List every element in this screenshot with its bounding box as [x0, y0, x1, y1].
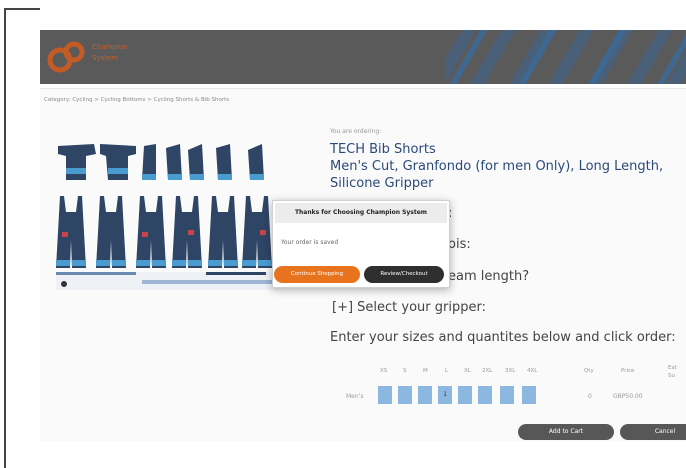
unit-price: GBP50.00 [613, 393, 643, 400]
dialog-message: Your order is saved [281, 239, 339, 246]
price-header: Price [621, 368, 635, 374]
qty-input-s[interactable] [398, 386, 412, 404]
gripper-selector[interactable]: [+] Select your gripper: [332, 300, 486, 315]
breadcrumb[interactable]: Category: Cycling > Cycling Bottoms > Cy… [44, 96, 294, 105]
site-header [40, 30, 686, 84]
cancel-button[interactable]: Cancel [620, 424, 686, 440]
qty-input-4xl[interactable] [522, 386, 536, 404]
question-2-tail: ois: [448, 237, 471, 252]
product-variant: Men's Cut, Granfondo (for men Only), Lon… [330, 159, 664, 191]
frame-left-border [4, 8, 6, 468]
continue-shopping-button[interactable]: Continue Shopping [274, 266, 360, 283]
size-instructions: Enter your sizes and quantites below and… [330, 330, 676, 345]
review-checkout-button[interactable]: Review/Checkout [364, 266, 444, 283]
qty-input-m[interactable] [418, 386, 432, 404]
size-header-xs: XS [380, 368, 388, 374]
bib-shorts-design-sheet [56, 144, 278, 290]
qty-input-2xl[interactable] [478, 386, 492, 404]
qty-total: 0 [588, 393, 592, 400]
size-header-xl: XL [464, 368, 471, 374]
qty-input-xs[interactable] [378, 386, 392, 404]
size-header-s: S [403, 368, 407, 374]
question-3-tail: eam length? [448, 269, 530, 284]
size-header-2xl: 2XL [482, 368, 493, 374]
size-header-4xl: 4XL [527, 368, 538, 374]
brand-name: Champion System [92, 43, 128, 62]
header-stripes-accent [446, 30, 686, 84]
size-header-3xl: 3XL [505, 368, 516, 374]
champion-logo-icon[interactable] [46, 38, 86, 76]
ordering-intro: You are ordering: [330, 128, 382, 135]
dialog-title: Thanks for Choosing Champion System [275, 203, 447, 223]
size-header-l: L [445, 368, 449, 374]
qty-input-3xl[interactable] [500, 386, 514, 404]
qty-input-l[interactable]: 1 [438, 386, 452, 404]
product-name: TECH Bib Shorts [330, 142, 436, 157]
frame-top-border [4, 8, 40, 10]
product-preview-image [56, 140, 278, 290]
qty-input-xl[interactable] [458, 386, 472, 404]
ext-sub-header: Ext Su [668, 365, 677, 379]
qty-header: Qty [584, 368, 594, 374]
size-header-m: M [423, 368, 428, 374]
size-row-label: Men's [346, 393, 364, 400]
product-title: TECH Bib Shorts Men's Cut, Granfondo (fo… [330, 141, 686, 192]
add-to-cart-button[interactable]: Add to Cart [518, 424, 614, 440]
